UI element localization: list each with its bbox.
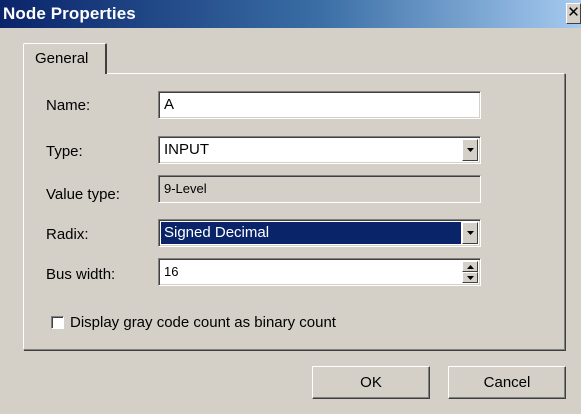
radix-label: Radix: (46, 226, 89, 243)
spin-up-button[interactable] (462, 261, 478, 272)
close-button[interactable]: ✕ (566, 3, 581, 24)
chevron-down-icon (467, 231, 474, 235)
title-bar[interactable]: Node Properties ✕ (0, 0, 581, 28)
radix-selection-highlight: Signed Decimal (161, 222, 461, 244)
window-title: Node Properties (3, 4, 136, 23)
arrow-up-icon (467, 265, 474, 269)
spin-down-button[interactable] (462, 272, 478, 283)
type-dropdown[interactable]: INPUT (158, 136, 481, 164)
value-type-field: 9-Level (158, 175, 481, 203)
arrow-down-icon (467, 276, 474, 280)
value-type-label: Value type: (46, 186, 120, 203)
name-input-value: A (164, 96, 175, 113)
chevron-down-icon (467, 148, 474, 152)
bus-width-spin-buttons (462, 261, 478, 283)
node-properties-dialog: Node Properties ✕ General Name: A Type: … (0, 0, 581, 414)
radix-dropdown-value: Signed Decimal (164, 224, 270, 241)
tab-general-label: General (35, 50, 89, 67)
bus-width-spinner[interactable]: 16 (158, 258, 481, 286)
value-type-value: 9-Level (164, 181, 207, 196)
name-label: Name: (46, 97, 91, 114)
type-label: Type: (46, 143, 83, 160)
bus-width-value: 16 (164, 264, 179, 279)
ok-button-label: OK (360, 374, 382, 391)
gray-code-checkbox-label[interactable]: Display gray code count as binary count (70, 314, 336, 331)
bus-width-label: Bus width: (46, 266, 116, 283)
tab-general[interactable]: General (23, 43, 107, 74)
radix-dropdown[interactable]: Signed Decimal (158, 219, 481, 247)
radix-dropdown-button[interactable] (462, 222, 478, 244)
cancel-button[interactable]: Cancel (448, 366, 566, 399)
close-icon: ✕ (567, 4, 580, 21)
gray-code-checkbox[interactable] (51, 316, 64, 329)
name-input[interactable]: A (158, 91, 481, 119)
type-dropdown-value: INPUT (164, 141, 209, 158)
cancel-button-label: Cancel (483, 374, 531, 391)
type-dropdown-button[interactable] (462, 139, 478, 161)
ok-button[interactable]: OK (312, 366, 430, 399)
